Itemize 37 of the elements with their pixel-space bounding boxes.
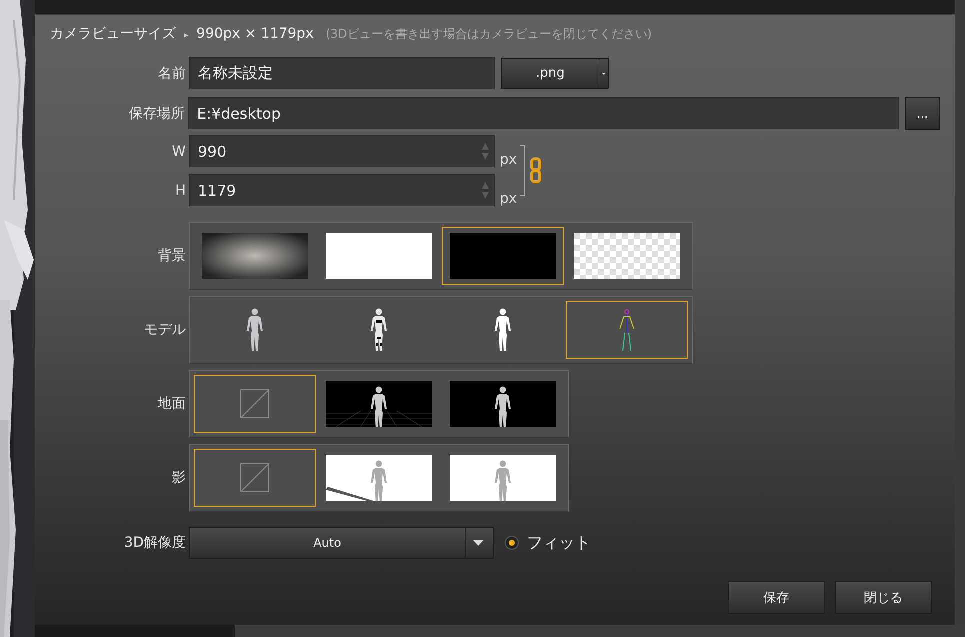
- empty-square-icon: [240, 463, 270, 493]
- browse-button[interactable]: ...: [905, 97, 940, 130]
- option-tile[interactable]: [194, 375, 316, 433]
- field-label: 名前: [157, 64, 186, 82]
- resolution-dropdown[interactable]: Auto: [189, 527, 494, 559]
- fit-radio[interactable]: [505, 536, 519, 550]
- unit-label: px: [500, 152, 518, 168]
- caret-icon: [599, 59, 608, 88]
- separator-glyph: ▸: [184, 31, 189, 41]
- option-tile[interactable]: [442, 227, 564, 285]
- empty-square-icon: [240, 389, 270, 419]
- location-field[interactable]: E:¥desktop: [188, 97, 900, 130]
- name-field[interactable]: 名称未設定: [189, 57, 495, 90]
- field-label: H: [174, 182, 186, 198]
- figure-drawing: [244, 308, 266, 352]
- close-button[interactable]: 閉じる: [835, 581, 932, 614]
- field-label: W: [171, 144, 186, 160]
- row-label: 影: [171, 469, 186, 487]
- option-tile[interactable]: [566, 301, 688, 359]
- option-tile[interactable]: [194, 449, 316, 507]
- format-dropdown[interactable]: .png: [501, 58, 609, 89]
- row-label: モデル: [143, 321, 186, 339]
- unit-label: px: [500, 191, 518, 207]
- hint-text: (3Dビューを書き出す場合はカメラビューを閉じてください): [326, 26, 652, 43]
- fit-label: フィット: [527, 532, 591, 554]
- save-button[interactable]: 保存: [728, 581, 825, 614]
- dialog-title: カメラビューサイズ: [50, 25, 176, 43]
- figure-drawing: [492, 308, 514, 352]
- width-field[interactable]: 990: [189, 135, 495, 168]
- row-label: 地面: [157, 395, 186, 413]
- size-readout: 990px × 1179px: [196, 26, 314, 42]
- field-label: 3D解像度: [123, 534, 186, 552]
- skeleton-drawing: [618, 308, 636, 352]
- row-label: 背景: [157, 247, 186, 265]
- figure-drawing: [368, 308, 390, 352]
- field-label: 保存場所: [128, 104, 186, 122]
- height-field[interactable]: 1179: [189, 174, 495, 207]
